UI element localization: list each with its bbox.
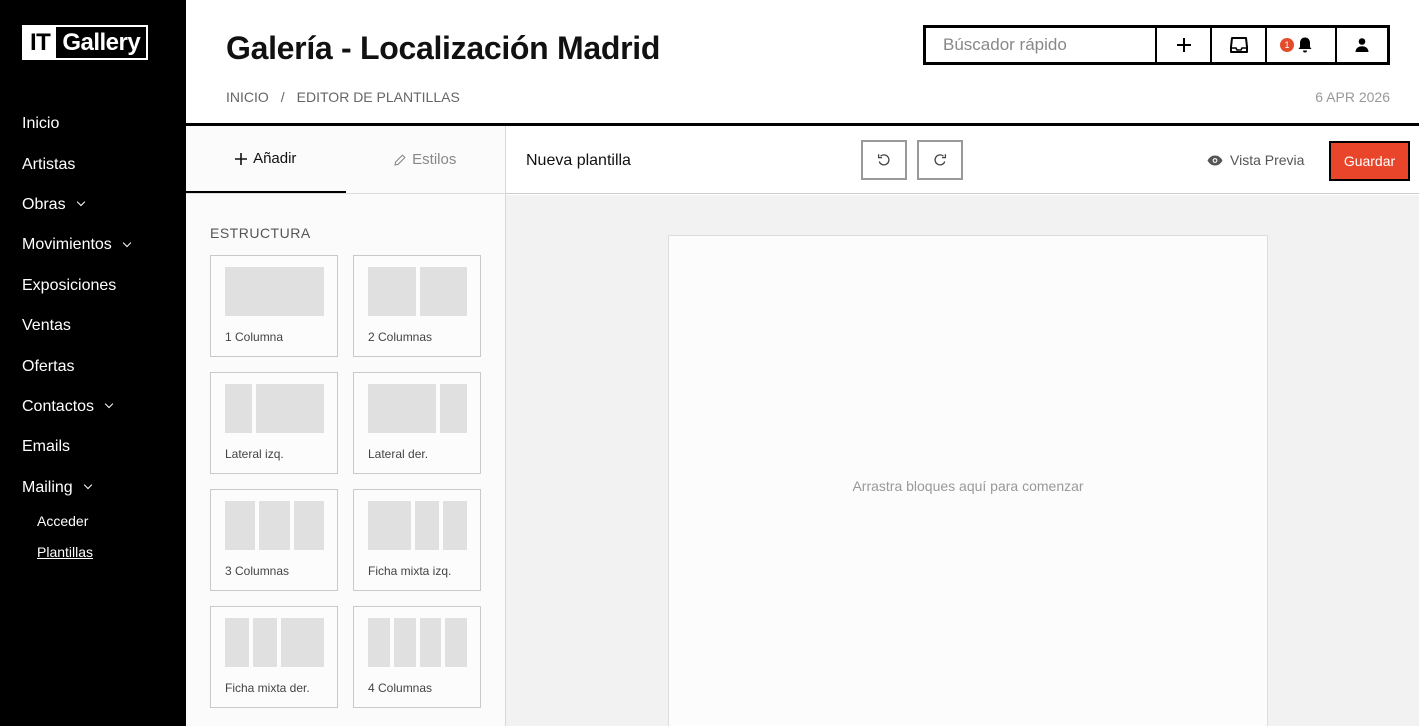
drop-zone[interactable]: Arrastra bloques aquí para comenzar xyxy=(668,235,1268,726)
nav-label: Inicio xyxy=(22,115,60,133)
plus-icon xyxy=(1176,38,1191,52)
undo-icon xyxy=(877,154,890,166)
quick-search-input[interactable] xyxy=(926,28,1155,62)
quick-search-bar: 1 xyxy=(923,25,1390,65)
layout-tile-lateral-der[interactable]: Lateral der. xyxy=(353,372,481,474)
layout-thumbnail xyxy=(225,501,324,550)
layout-thumbnail xyxy=(225,618,325,667)
panel-tabs: Añadir Estilos xyxy=(186,126,505,194)
layout-tile-ficha-mixta-izq[interactable]: Ficha mixta izq. xyxy=(353,489,481,591)
nav-item-mailing[interactable]: Mailing xyxy=(22,468,130,508)
editor-canvas: Arrastra bloques aquí para comenzar xyxy=(506,195,1419,726)
layout-thumbnail xyxy=(368,501,468,550)
nav-label: Ofertas xyxy=(22,357,75,375)
logo-text: Gallery xyxy=(62,28,141,56)
layout-thumbnail xyxy=(368,267,467,316)
add-button[interactable] xyxy=(1155,28,1210,62)
nav-label: Mailing xyxy=(22,478,73,496)
chevron-down-icon xyxy=(104,400,114,409)
section-title: ESTRUCTURA xyxy=(210,225,311,241)
chevron-down-icon xyxy=(122,238,132,248)
layout-label: Ficha mixta izq. xyxy=(368,564,452,578)
logo[interactable]: IT Gallery xyxy=(22,25,149,60)
layout-thumbnail xyxy=(225,384,324,433)
preview-label: Vista Previa xyxy=(1230,152,1305,168)
subnav-item-plantillas[interactable]: Plantillas xyxy=(37,536,93,567)
tab-label: Estilos xyxy=(412,151,457,168)
layout-tile-3-columnas[interactable]: 3 Columnas xyxy=(210,489,338,591)
layout-tile-lateral-izq[interactable]: Lateral izq. xyxy=(210,372,338,474)
nav-label: Exposiciones xyxy=(22,276,117,294)
notification-badge: 1 xyxy=(1280,38,1294,52)
breadcrumb-separator: / xyxy=(280,89,285,105)
layout-tile-1-columna[interactable]: 1 Columna xyxy=(210,255,338,357)
user-menu-button[interactable] xyxy=(1335,28,1387,62)
layout-grid: 1 Columna 2 Columnas Lateral izq. Latera… xyxy=(210,255,481,708)
sidebar: IT Gallery Inicio Artistas Obras Movimie… xyxy=(0,0,186,726)
inbox-icon xyxy=(1229,37,1248,53)
layout-label: 4 Columnas xyxy=(368,681,433,695)
layout-tile-2-columnas[interactable]: 2 Columnas xyxy=(353,255,481,357)
pencil-icon xyxy=(394,154,406,166)
nav-label: Emails xyxy=(22,438,71,456)
tab-anadir[interactable]: Añadir xyxy=(186,126,346,193)
nav-label: Movimientos xyxy=(22,236,112,254)
layout-label: Ficha mixta der. xyxy=(225,681,310,695)
bell-icon xyxy=(1298,37,1312,53)
mailing-submenu: Acceder Plantillas xyxy=(37,505,93,567)
blocks-panel: Añadir Estilos ESTRUCTURA 1 Columna 2 Co… xyxy=(186,126,506,726)
preview-button[interactable]: Vista Previa xyxy=(1207,152,1304,168)
layout-thumbnail xyxy=(368,384,467,433)
logo-mark: IT xyxy=(24,27,57,58)
layout-tile-ficha-mixta-der[interactable]: Ficha mixta der. xyxy=(210,606,338,708)
nav-label: Contactos xyxy=(22,397,95,415)
nav-item-emails[interactable]: Emails xyxy=(22,427,130,467)
layout-tile-4-columnas[interactable]: 4 Columnas xyxy=(353,606,481,708)
notifications-button[interactable]: 1 xyxy=(1265,28,1335,62)
nav-item-ventas[interactable]: Ventas xyxy=(22,306,130,346)
redo-icon xyxy=(934,154,947,166)
current-date: 6 APR 2026 xyxy=(1315,89,1390,105)
layout-thumbnail xyxy=(225,267,324,316)
page-title: Galería - Localización Madrid xyxy=(226,30,661,66)
inbox-button[interactable] xyxy=(1210,28,1265,62)
nav-item-artistas[interactable]: Artistas xyxy=(22,144,130,184)
layout-label: 3 Columnas xyxy=(225,564,290,578)
nav-item-obras[interactable]: Obras xyxy=(22,185,130,225)
layout-thumbnail xyxy=(368,618,467,667)
main-nav: Inicio Artistas Obras Movimientos Exposi… xyxy=(22,104,132,508)
nav-label: Obras xyxy=(22,195,66,213)
breadcrumb-current: EDITOR DE PLANTILLAS xyxy=(296,89,460,105)
chevron-down-icon xyxy=(83,480,92,490)
tab-estilos[interactable]: Estilos xyxy=(346,126,506,193)
breadcrumb: INICIO / EDITOR DE PLANTILLAS xyxy=(226,89,460,105)
nav-item-movimientos[interactable]: Movimientos xyxy=(22,225,132,265)
nav-item-exposiciones[interactable]: Exposiciones xyxy=(22,266,130,306)
eye-icon xyxy=(1207,155,1223,165)
subnav-item-acceder[interactable]: Acceder xyxy=(37,505,93,536)
editor-toolbar: Nueva plantilla Vista Previa Guardar xyxy=(506,126,1419,194)
nav-item-inicio[interactable]: Inicio xyxy=(22,104,130,144)
layout-label: Lateral izq. xyxy=(225,447,284,461)
layout-label: Lateral der. xyxy=(368,447,429,461)
breadcrumb-home[interactable]: INICIO xyxy=(226,89,269,105)
drop-hint: Arrastra bloques aquí para comenzar xyxy=(852,478,1084,494)
nav-label: Artistas xyxy=(22,155,76,173)
layout-label: 2 Columnas xyxy=(368,330,433,344)
chevron-down-icon xyxy=(76,198,85,207)
undo-button[interactable] xyxy=(861,140,907,180)
nav-item-ofertas[interactable]: Ofertas xyxy=(22,346,130,386)
template-name[interactable]: Nueva plantilla xyxy=(526,152,631,170)
user-icon xyxy=(1355,38,1369,52)
tab-label: Añadir xyxy=(253,150,297,167)
nav-label: Ventas xyxy=(22,317,71,335)
nav-item-contactos[interactable]: Contactos xyxy=(22,387,130,427)
layout-label: 1 Columna xyxy=(225,330,284,344)
save-button[interactable]: Guardar xyxy=(1329,141,1410,181)
plus-icon xyxy=(235,152,248,165)
redo-button[interactable] xyxy=(917,140,963,180)
